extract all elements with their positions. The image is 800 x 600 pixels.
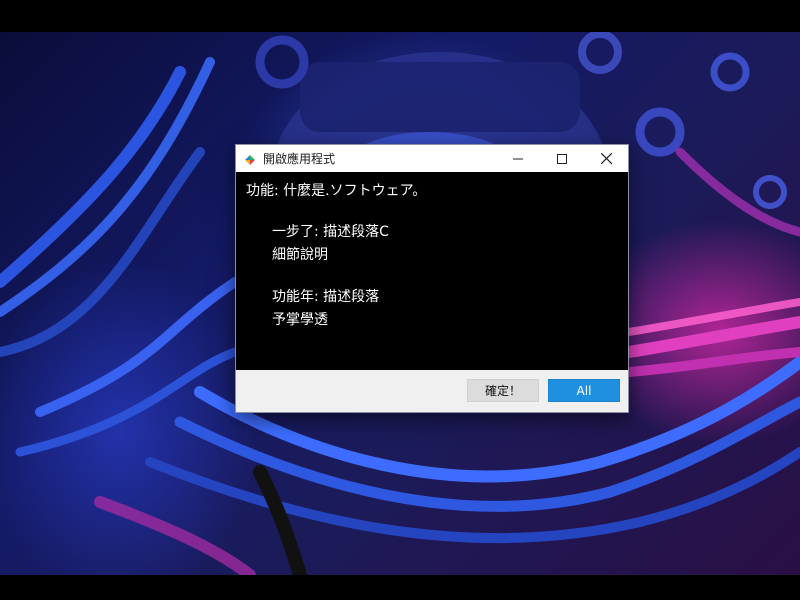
item-1-line-1: 一步了: 描述段落C — [272, 224, 389, 240]
close-button[interactable] — [584, 145, 628, 172]
minimize-icon — [513, 158, 523, 159]
item-2-line-1: 功能年: 描述段落 — [272, 289, 380, 305]
item-2-line-2: 予掌學透 — [272, 312, 328, 328]
title-bar[interactable]: 開啟應用程式 — [236, 145, 628, 172]
all-button[interactable]: All — [548, 379, 620, 402]
dialog-content: 功能: 什麼是.ソフトウェア。 一步了: 描述段落C 細節說明 功能年: 描述段… — [236, 172, 628, 370]
window-title: 開啟應用程式 — [263, 152, 336, 166]
dialog-footer: 確定！ All — [236, 370, 628, 412]
app-logo-icon — [243, 152, 257, 166]
close-icon — [600, 153, 612, 164]
item-1-line-2: 細節說明 — [272, 247, 328, 263]
dialog-window: 開啟應用程式 功能: 什麼是.ソフトウェア。 一步了: 描述段落C 細節說明 功… — [235, 144, 629, 413]
dialog-heading: 功能: 什麼是.ソフトウェア。 — [246, 183, 427, 199]
minimize-button[interactable] — [496, 145, 540, 172]
maximize-icon — [557, 153, 567, 164]
confirm-button[interactable]: 確定！ — [467, 379, 539, 402]
window-controls — [496, 145, 628, 172]
maximize-button[interactable] — [540, 145, 584, 172]
